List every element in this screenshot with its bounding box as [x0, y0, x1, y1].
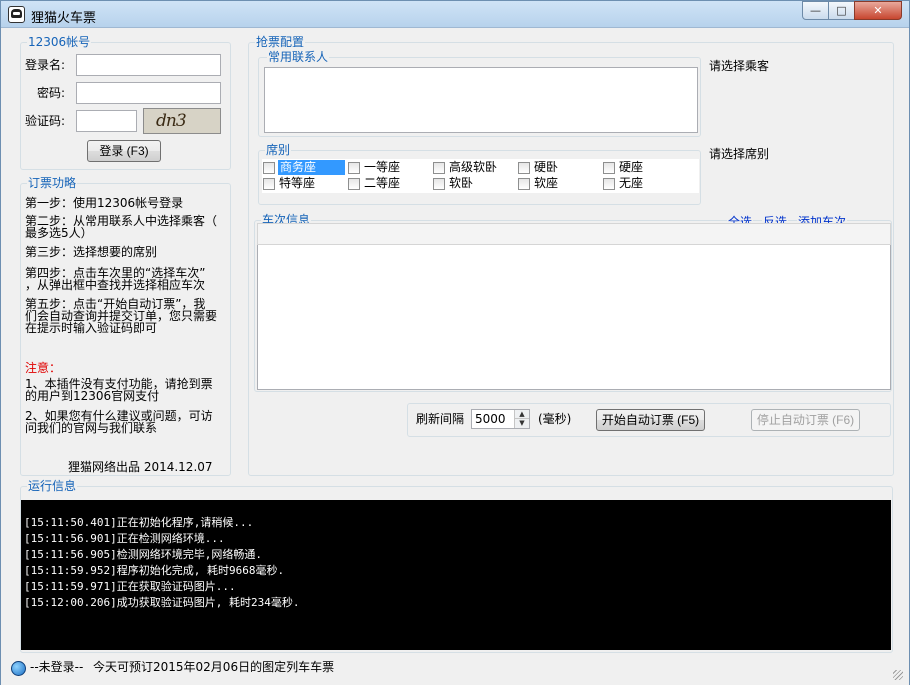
guide-step2b: 最多选5人）	[25, 226, 93, 240]
username-label: 登录名:	[25, 58, 66, 72]
captcha-image-text: dn3	[156, 111, 187, 131]
captcha-image[interactable]: dn3	[143, 108, 221, 134]
app-window: 狸猫火车票 — □ ✕ 12306帐号 登录名: 密码: 验证码: dn3 登录…	[0, 0, 910, 685]
title-bar[interactable]: 狸猫火车票 — □ ✕	[1, 1, 909, 28]
stepper-down-icon[interactable]: ▼	[515, 419, 529, 428]
guide-legend: 订票功略	[27, 176, 78, 190]
seat-checkbox[interactable]	[348, 178, 360, 190]
guide-step5c: 在提示时输入验证码即可	[25, 321, 158, 335]
runlog-legend: 运行信息	[27, 479, 78, 493]
login-button[interactable]: 登录 (F3)	[87, 140, 161, 162]
refresh-unit-label: (毫秒)	[538, 412, 572, 426]
refresh-interval-value: 5000	[475, 412, 506, 426]
refresh-interval-label: 刷新间隔	[416, 412, 465, 426]
guide-step1: 第一步：使用12306帐号登录	[25, 196, 184, 210]
notice-title: 注意：	[25, 361, 62, 375]
train-list[interactable]	[257, 245, 891, 390]
log-line: [15:11:56.905]检测网络环境完毕,网络畅通.	[24, 548, 262, 561]
seat-checkbox[interactable]	[263, 178, 275, 190]
select-seat-hint: 请选择席别	[709, 147, 770, 161]
note1b: 的用户到12306官网支付	[25, 389, 160, 403]
log-line: [15:11:59.971]正在获取验证码图片...	[24, 580, 236, 593]
credit-text: 狸猫网络出品 2014.12.07	[68, 460, 213, 474]
stepper-arrows[interactable]: ▲ ▼	[514, 410, 529, 428]
contacts-list[interactable]	[264, 67, 698, 133]
seat-checkbox[interactable]	[518, 162, 530, 174]
close-button[interactable]: ✕	[854, 1, 902, 20]
seat-checkbox[interactable]	[518, 178, 530, 190]
start-booking-button[interactable]: 开始自动订票 (F5)	[596, 409, 705, 431]
train-list-header	[257, 223, 891, 245]
username-input[interactable]	[76, 54, 221, 76]
captcha-label: 验证码:	[25, 114, 66, 128]
contacts-legend: 常用联系人	[267, 50, 330, 64]
refresh-interval-stepper[interactable]: 5000 ▲ ▼	[471, 409, 530, 429]
status-bar: --未登录-- 今天可预订2015年02月06日的图定列车车票	[1, 657, 909, 685]
maximize-button[interactable]: □	[828, 1, 855, 20]
seat-checkbox[interactable]	[263, 162, 275, 174]
seat-checkbox[interactable]	[433, 178, 445, 190]
resize-grip-icon[interactable]	[893, 670, 903, 680]
seat-legend: 席别	[265, 143, 292, 157]
status-message: 今天可预订2015年02月06日的图定列车车票	[93, 660, 335, 674]
minimize-button[interactable]: —	[802, 1, 829, 20]
seat-checkbox[interactable]	[603, 162, 615, 174]
log-line: [15:11:56.901]正在检测网络环境...	[24, 532, 225, 545]
runlog-output[interactable]: [15:11:50.401]正在初始化程序,请稍候... [15:11:56.9…	[21, 500, 891, 650]
seat-checkbox[interactable]	[433, 162, 445, 174]
guide-step4b: ，从弹出框中查找并选择相应车次	[25, 278, 206, 292]
seat-checkbox[interactable]	[348, 162, 360, 174]
log-line: [15:11:50.401]正在初始化程序,请稍候...	[24, 516, 254, 529]
login-status: --未登录--	[30, 660, 84, 674]
select-passenger-hint: 请选择乘客	[709, 59, 770, 73]
captcha-input[interactable]	[76, 110, 137, 132]
guide-step3: 第三步：选择想要的席别	[25, 245, 158, 259]
note2b: 问我们的官网与我们联系	[25, 421, 158, 435]
stepper-up-icon[interactable]: ▲	[515, 410, 529, 419]
window-title: 狸猫火车票	[31, 11, 97, 26]
log-line: [15:12:00.206]成功获取验证码图片, 耗时234毫秒.	[24, 596, 300, 609]
password-input[interactable]	[76, 82, 221, 104]
stop-booking-button[interactable]: 停止自动订票 (F6)	[751, 409, 860, 431]
config-legend: 抢票配置	[255, 35, 306, 49]
seat-list: 商务座 一等座 高级软卧 硬卧 硬座 特等座 二等座 软卧 软座 无座	[262, 159, 699, 193]
account-legend: 12306帐号	[27, 35, 92, 49]
globe-icon	[11, 661, 26, 676]
log-line: [15:11:59.952]程序初始化完成, 耗时9668毫秒.	[24, 564, 285, 577]
app-logo-icon	[8, 6, 25, 23]
password-label: 密码:	[37, 86, 66, 100]
seat-checkbox[interactable]	[603, 178, 615, 190]
